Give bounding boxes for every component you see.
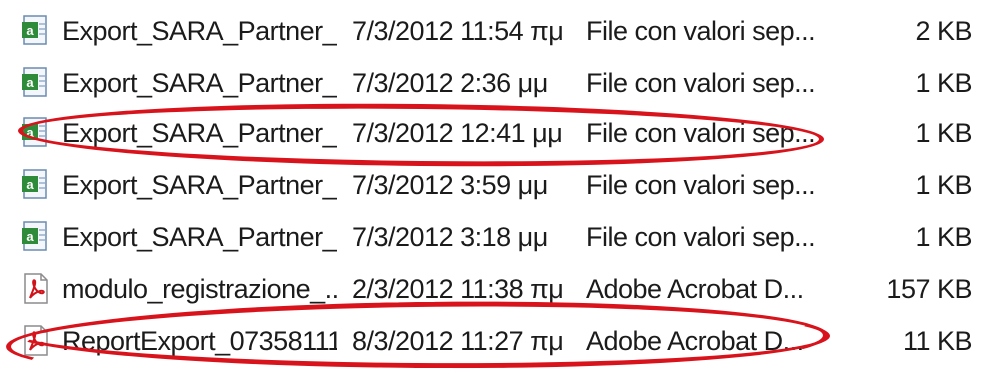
file-row[interactable]: a Export_SARA_Partner_0... 7/3/2012 3:18…: [0, 212, 986, 262]
file-date: 7/3/2012 2:36 μμ: [352, 67, 548, 98]
pdf-file-icon: [20, 271, 52, 307]
file-row[interactable]: a Export_SARA_Partner_0... 7/3/2012 3:59…: [0, 160, 986, 210]
file-type: Adobe Acrobat D...: [586, 273, 804, 304]
svg-text:a: a: [26, 75, 34, 90]
csv-file-icon: a: [20, 167, 52, 203]
file-row[interactable]: a Export_SARA_Partner_0... 7/3/2012 11:5…: [0, 6, 986, 56]
file-type: Adobe Acrobat D...: [586, 325, 804, 356]
file-name[interactable]: Export_SARA_Partner_0...: [62, 68, 337, 99]
svg-text:a: a: [26, 125, 34, 140]
file-type: File con valori sep...: [586, 117, 816, 148]
file-name[interactable]: modulo_registrazione_...: [62, 274, 337, 305]
file-name[interactable]: Export_SARA_Partner_0...: [62, 170, 337, 201]
svg-text:a: a: [26, 229, 34, 244]
svg-text:a: a: [26, 177, 34, 192]
file-row[interactable]: a Export_SARA_Partner_0... 7/3/2012 2:36…: [0, 58, 986, 108]
file-type: File con valori sep...: [586, 169, 816, 200]
csv-file-icon: a: [20, 13, 52, 49]
file-name[interactable]: Export_SARA_Partner_0...: [62, 222, 337, 253]
file-date: 7/3/2012 3:59 μμ: [352, 169, 548, 200]
file-list: a Export_SARA_Partner_0... 7/3/2012 11:5…: [0, 0, 986, 386]
file-size: 2 KB: [915, 15, 972, 46]
csv-file-icon: a: [20, 115, 52, 151]
pdf-file-icon: [20, 323, 52, 359]
file-row[interactable]: ReportExport_07358111... 8/3/2012 11:27 …: [0, 316, 986, 366]
file-name[interactable]: Export_SARA_Partner_0...: [62, 118, 337, 149]
file-size: 1 KB: [915, 117, 972, 148]
file-size: 11 KB: [902, 325, 973, 356]
file-type: File con valori sep...: [586, 67, 816, 98]
file-size: 1 KB: [915, 169, 972, 200]
file-type: File con valori sep...: [586, 15, 816, 46]
file-name[interactable]: Export_SARA_Partner_0...: [62, 16, 337, 47]
file-date: 2/3/2012 11:38 πμ: [352, 273, 564, 304]
file-type: File con valori sep...: [586, 221, 816, 252]
csv-file-icon: a: [20, 219, 52, 255]
csv-file-icon: a: [20, 65, 52, 101]
file-size: 1 KB: [915, 67, 972, 98]
file-date: 7/3/2012 11:54 πμ: [352, 15, 564, 46]
file-date: 7/3/2012 12:41 μμ: [352, 117, 563, 148]
file-row[interactable]: a Export_SARA_Partner_0... 7/3/2012 12:4…: [0, 108, 986, 158]
file-date: 8/3/2012 11:27 πμ: [352, 325, 564, 356]
file-size: 1 KB: [915, 221, 972, 252]
file-size: 157 KB: [886, 273, 972, 304]
svg-text:a: a: [26, 23, 34, 38]
file-date: 7/3/2012 3:18 μμ: [352, 221, 548, 252]
file-row[interactable]: modulo_registrazione_... 2/3/2012 11:38 …: [0, 264, 986, 314]
file-name[interactable]: ReportExport_07358111...: [62, 326, 337, 357]
